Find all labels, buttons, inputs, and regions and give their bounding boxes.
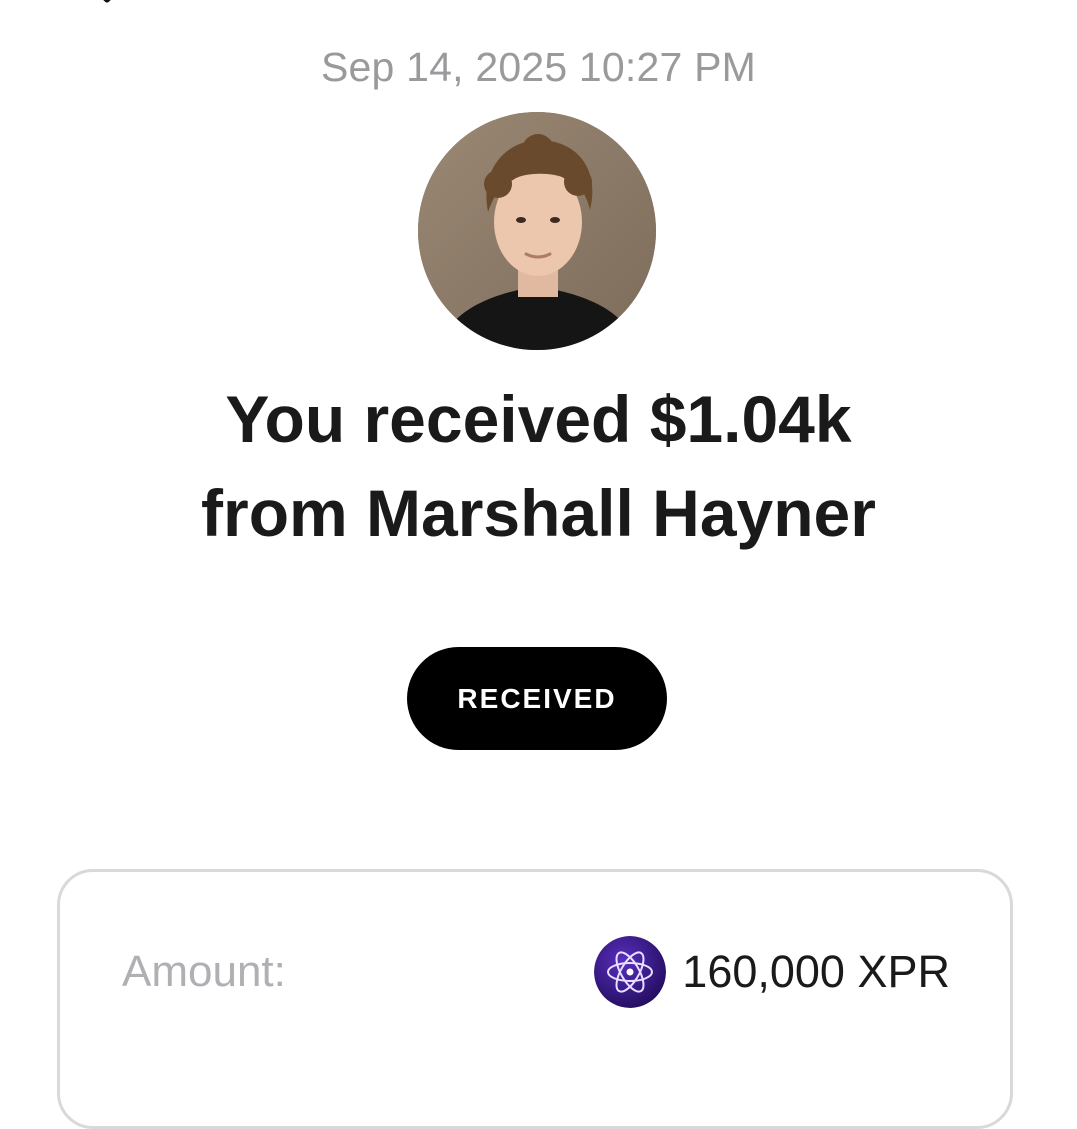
close-icon [103,0,111,3]
amount-row: Amount: 160,000 XPR [60,936,1010,1008]
sender-avatar [418,112,656,350]
close-button[interactable] [78,0,136,14]
headline-line-1: You received $1.04k [225,382,852,456]
transaction-headline: You received $1.04k from Marshall Hayner [0,372,1077,560]
transaction-details-card: Amount: 160,000 XPR [57,869,1013,1129]
headline-line-2: from Marshall Hayner [201,476,876,550]
status-badge: RECEIVED [407,647,667,750]
amount-value: 160,000 XPR [682,946,950,997]
amount-value-group: 160,000 XPR [594,936,950,1008]
xpr-token-icon [594,936,667,1008]
amount-label: Amount: [122,947,286,996]
transaction-timestamp: Sep 14, 2025 10:27 PM [320,44,757,90]
